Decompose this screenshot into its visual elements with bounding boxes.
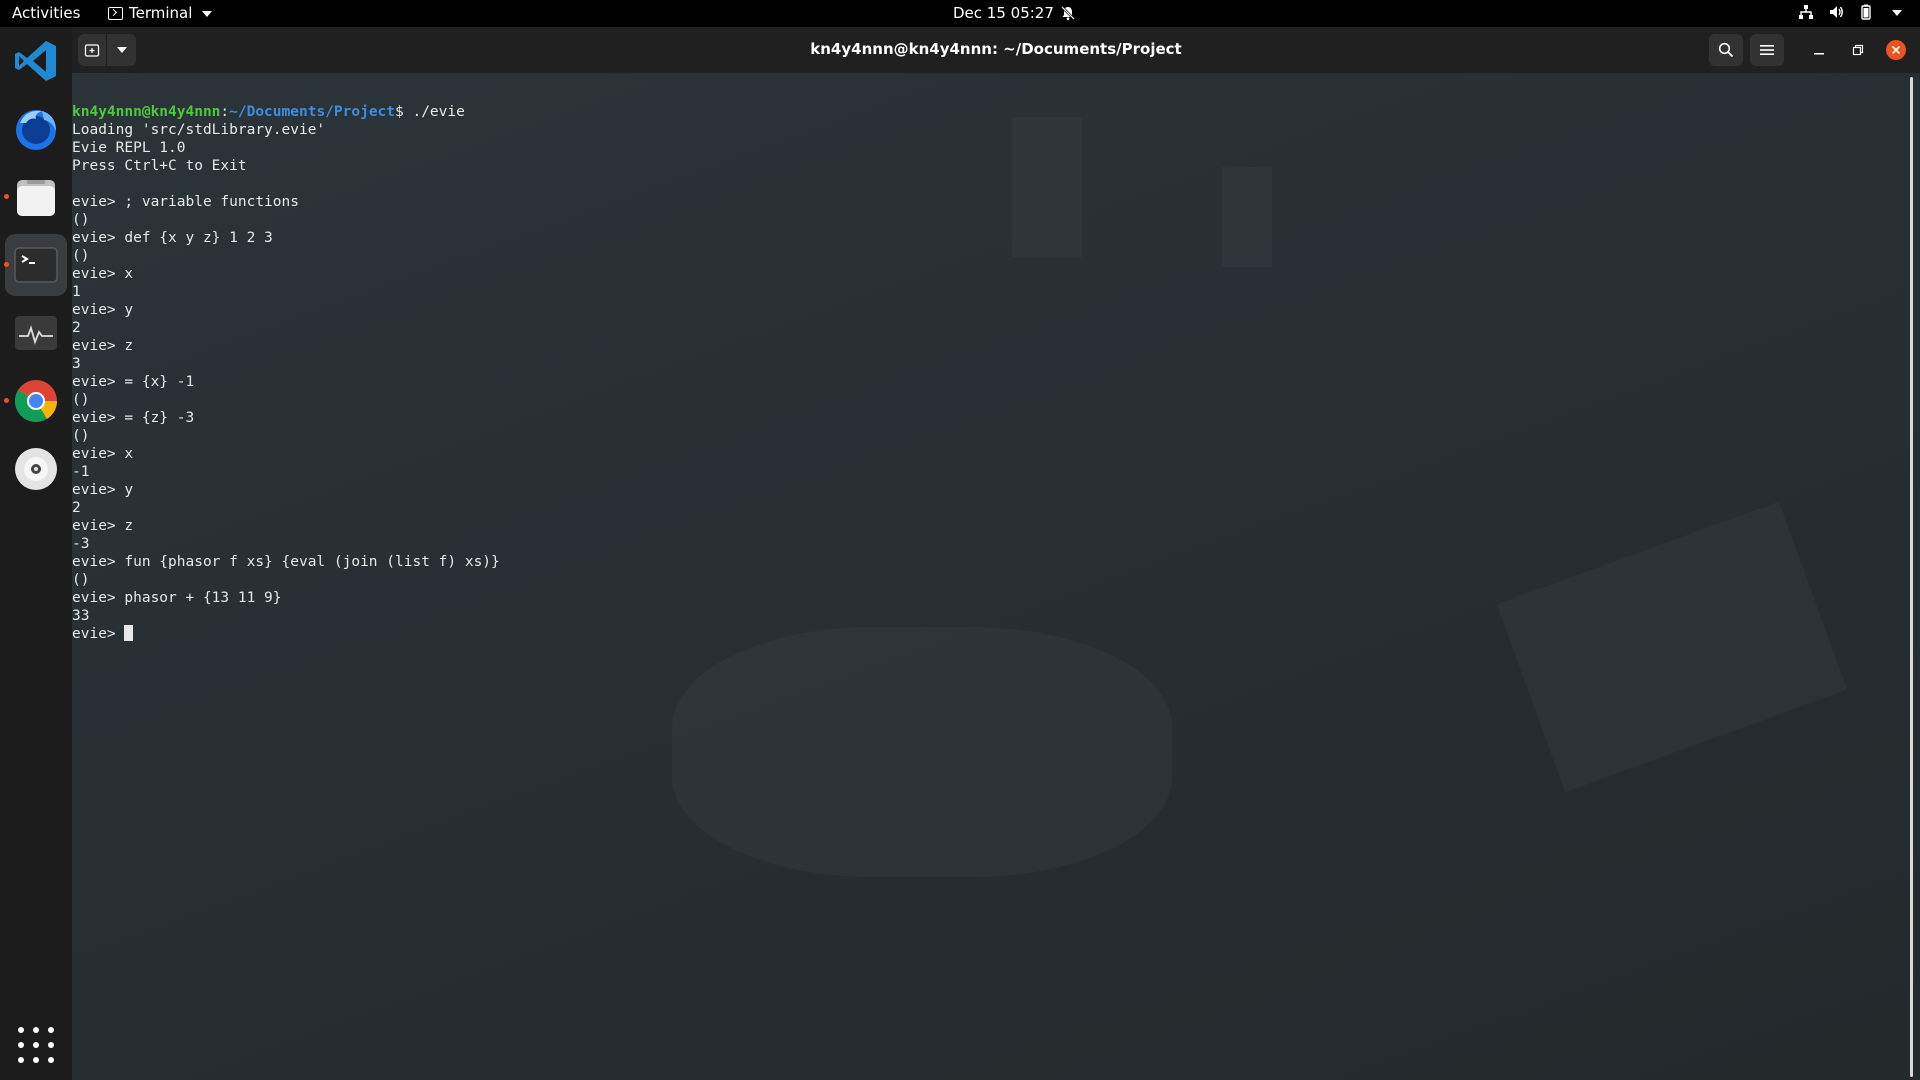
close-icon [1891, 45, 1901, 55]
app-menu[interactable]: Terminal [108, 4, 213, 22]
prompt-user: kn4y4nnn@kn4y4nnn [72, 104, 221, 120]
terminal-line: () [72, 212, 90, 228]
close-button[interactable] [1886, 40, 1906, 60]
dock-item-system-monitor[interactable] [5, 302, 67, 364]
running-indicator [4, 398, 9, 403]
terminal-icon [14, 247, 58, 283]
terminal-line: evie> z [72, 518, 134, 534]
terminal-line: -3 [72, 536, 90, 552]
dock-item-firefox[interactable] [5, 98, 67, 160]
terminal-line: evie> z [72, 338, 134, 354]
network-icon [1799, 5, 1813, 19]
search-icon [1718, 42, 1734, 58]
minimize-icon [1814, 53, 1824, 55]
hamburger-menu-icon [1760, 45, 1774, 55]
terminal-mini-icon [108, 6, 123, 20]
terminal-line: () [72, 428, 90, 444]
clock-text: Dec 15 05:27 [953, 4, 1054, 22]
terminal-line: 3 [72, 356, 81, 372]
terminal-line: evie> ; variable functions [72, 194, 299, 210]
terminal-line: 2 [72, 500, 81, 516]
hamburger-menu-button[interactable] [1750, 34, 1784, 66]
terminal-line: () [72, 572, 90, 588]
dock-item-files[interactable] [4, 166, 67, 228]
clock[interactable]: Dec 15 05:27 [953, 4, 1076, 22]
prompt-path: ~/Documents/Project [229, 104, 396, 120]
vscode-icon [15, 41, 56, 81]
header-bar: kn4y4nnn@kn4y4nnn: ~/Documents/Project [72, 27, 1920, 73]
terminal-line: evie> phasor + {13 11 9} [72, 590, 282, 606]
dock-item-chrome[interactable] [4, 370, 67, 432]
terminal-line: 1 [72, 284, 81, 300]
scrollbar[interactable] [1910, 77, 1913, 1077]
firefox-icon [16, 110, 56, 150]
running-indicator [4, 262, 9, 267]
terminal-line: Press Ctrl+C to Exit [72, 158, 247, 174]
system-monitor-icon [15, 316, 57, 350]
disc-icon [15, 448, 57, 490]
shell-prompt-line: kn4y4nnn@kn4y4nnn:~/Documents/Project$ .… [72, 103, 465, 121]
minimize-button[interactable] [1808, 39, 1830, 61]
terminal-line: () [72, 392, 90, 408]
terminal-line: evie> fun {phasor f xs} {eval (join (lis… [72, 554, 500, 570]
top-bar: Activities Terminal Dec 15 05:27 [0, 0, 1920, 27]
prompt-colon: : [220, 104, 230, 120]
terminal-line: evie> = {z} -3 [72, 410, 195, 426]
volume-icon [1830, 6, 1843, 18]
search-button[interactable] [1709, 34, 1743, 66]
activities-button[interactable]: Activities [12, 4, 80, 22]
system-tray[interactable] [1798, 4, 1902, 20]
chrome-icon [14, 380, 58, 422]
restore-icon [1852, 44, 1864, 56]
terminal-line: evie> x [72, 266, 134, 282]
chevron-down-icon [202, 11, 213, 17]
terminal-window: kn4y4nnn@kn4y4nnn: ~/Documents/Project k… [72, 27, 1920, 1080]
terminal-line: () [72, 248, 90, 264]
terminal-line: evie> def {x y z} 1 2 3 [72, 230, 273, 246]
running-indicator [4, 194, 9, 199]
show-applications-icon[interactable] [18, 1027, 54, 1063]
battery-icon [1861, 4, 1871, 20]
files-icon [17, 180, 55, 216]
repl-input-line[interactable]: evie> [72, 625, 134, 643]
terminal-line: evie> x [72, 446, 134, 462]
terminal-output[interactable]: kn4y4nnn@kn4y4nnn:~/Documents/Project$ .… [72, 74, 1902, 1080]
dock [0, 27, 72, 1080]
system-menu-chevron-icon [1892, 10, 1902, 16]
app-menu-label: Terminal [129, 4, 193, 22]
terminal-line: evie> y [72, 482, 134, 498]
prompt-command: $ ./evie [395, 104, 465, 120]
dock-item-terminal[interactable] [4, 234, 67, 296]
text-cursor [124, 625, 134, 641]
maximize-button[interactable] [1847, 39, 1869, 61]
dock-item-disc[interactable] [5, 438, 67, 500]
terminal-line: evie> y [72, 302, 134, 318]
terminal-line: evie> = {x} -1 [72, 374, 195, 390]
notifications-off-icon [1061, 6, 1075, 21]
repl-prompt: evie> [72, 626, 125, 642]
dock-item-vscode[interactable] [5, 30, 67, 92]
terminal-line: Loading 'src/stdLibrary.evie' [72, 122, 326, 138]
terminal-line: -1 [72, 464, 90, 480]
window-title: kn4y4nnn@kn4y4nnn: ~/Documents/Project [810, 40, 1182, 58]
terminal-line: 33 [72, 608, 90, 624]
terminal-line: Evie REPL 1.0 [72, 140, 186, 156]
terminal-line: 2 [72, 320, 81, 336]
